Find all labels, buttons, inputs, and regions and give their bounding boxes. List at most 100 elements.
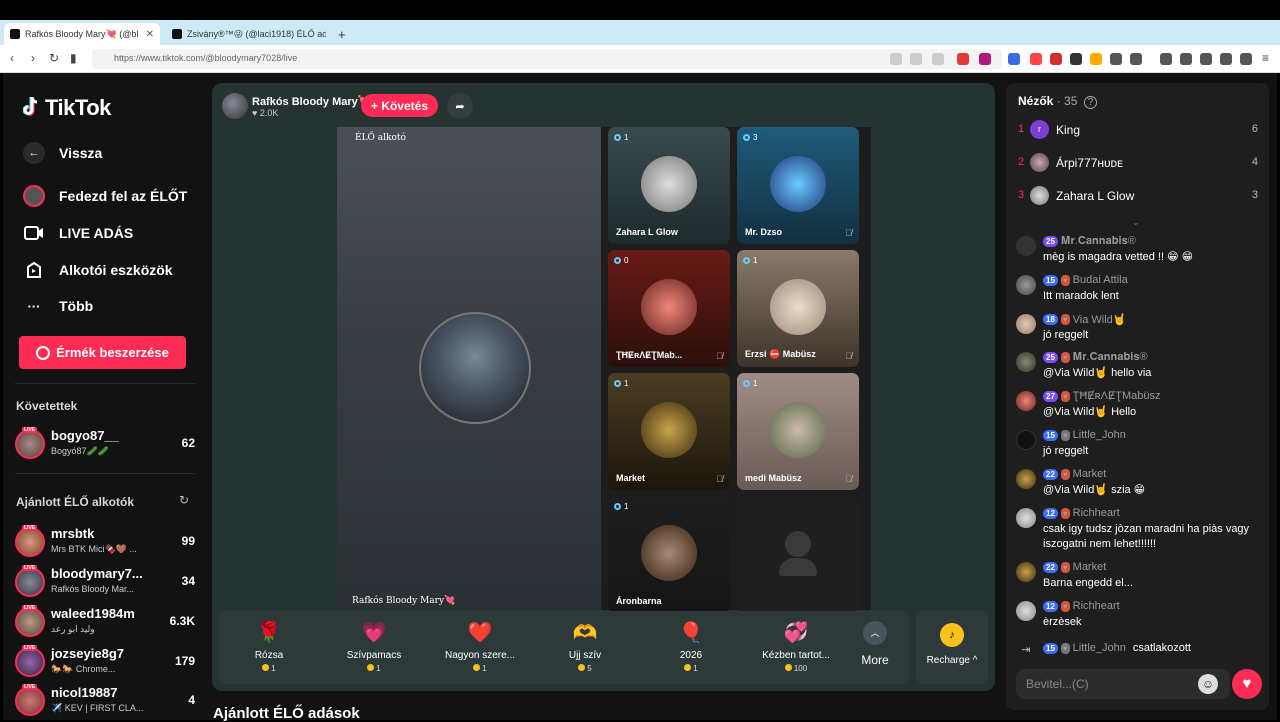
expand-chevron-icon[interactable]: ⌄ bbox=[1132, 217, 1140, 228]
avatar bbox=[15, 429, 45, 459]
translate-icon[interactable] bbox=[890, 53, 902, 65]
share-page-icon[interactable] bbox=[932, 53, 944, 65]
brave-shield-icon[interactable] bbox=[957, 53, 969, 65]
viewer-count: 62 bbox=[181, 436, 195, 450]
chat-message: 22 ♥ Market @Via Wild🤘 szia 😁 bbox=[1016, 468, 1261, 500]
menu-icon[interactable]: ≡ bbox=[1262, 51, 1269, 65]
chat-text: jó reggelt bbox=[1043, 445, 1089, 457]
gift-item[interactable]: 💗 Szívpamacs 1 bbox=[324, 611, 424, 684]
vpn-icon[interactable] bbox=[1240, 53, 1252, 65]
extension-icon[interactable] bbox=[1050, 53, 1062, 65]
like-heart-icon[interactable]: ♥ bbox=[1232, 669, 1262, 699]
info-icon[interactable]: ? bbox=[1083, 96, 1098, 109]
guest-score: 0 bbox=[614, 256, 628, 265]
tiktok-logo[interactable]: TikTok bbox=[22, 95, 111, 121]
chat-message: 12 ♥ Richheart èrzèsek bbox=[1016, 600, 1261, 632]
extension-icon[interactable] bbox=[1030, 53, 1042, 65]
guest-tile[interactable]: 1 Zahara L Glow bbox=[608, 127, 730, 244]
music-icon[interactable] bbox=[1160, 53, 1172, 65]
new-tab-button[interactable]: + bbox=[332, 23, 352, 45]
more-dots-icon: ··· bbox=[27, 298, 41, 314]
recommended-item[interactable]: LIVE bloodymary7... Rafkós Bloody Mar...… bbox=[15, 565, 195, 601]
emoji-icon[interactable]: ☺ bbox=[1198, 674, 1218, 694]
guest-tile[interactable]: 1 Erzsi ⛔ Mabüsz 🎙̸ bbox=[737, 250, 859, 367]
level-badge: 15 bbox=[1043, 642, 1058, 654]
reload-icon[interactable]: ↻ bbox=[49, 51, 59, 65]
recommended-item[interactable]: LIVE waleed1984m وليد ابو رعد 6.3K bbox=[15, 605, 195, 641]
refresh-icon[interactable]: ↻ bbox=[179, 493, 189, 507]
avatar bbox=[1016, 562, 1036, 582]
gift-item[interactable]: ❤️ Nagyon szere... 1 bbox=[430, 611, 530, 684]
viewer-count: 6.3K bbox=[169, 614, 195, 628]
guest-tile[interactable]: 1 Market 🎙̸ bbox=[608, 373, 730, 490]
back-link[interactable]: ← Vissza bbox=[23, 142, 102, 164]
viewer-rank-item[interactable]: 2 Árpi777ʜᴜᴅᴇ 4 bbox=[1018, 153, 1258, 173]
browser-tab-active[interactable]: Rafkós Bloody Mary💘 (@bl ✕ bbox=[4, 23, 160, 45]
gift-item[interactable]: 🫶 Ujj szív 5 bbox=[535, 611, 635, 684]
zoom-icon[interactable] bbox=[910, 53, 922, 65]
viewer-count: 99 bbox=[181, 534, 195, 548]
get-coins-button[interactable]: Érmék beszerzése bbox=[19, 336, 186, 369]
host-avatar[interactable] bbox=[222, 93, 248, 119]
nav-explore-live[interactable]: Fedezd fel az ÉLŐT bbox=[23, 185, 187, 207]
recommended-item[interactable]: LIVE jozseyie8g7 🐎🐎 Chrome... 179 bbox=[15, 645, 195, 681]
chat-text: csak igy tudsz jòzan maradni ha piàs vag… bbox=[1043, 523, 1250, 550]
viewer-rank-item[interactable]: 1 r King 6 bbox=[1018, 120, 1258, 140]
creator-name: nicol19887 bbox=[51, 685, 118, 700]
empty-guest-slot[interactable] bbox=[737, 496, 859, 613]
guest-tile[interactable]: 1 Áronbarna bbox=[608, 496, 730, 613]
recommended-item[interactable]: LIVE mrsbtk Mrs BTK Mici🍫🤎 ... 99 bbox=[15, 525, 195, 561]
recharge-button[interactable]: ♪ Recharge ^ bbox=[916, 611, 988, 684]
rank-number: 1 bbox=[1018, 123, 1025, 135]
chat-user: 25 𝐌𝐫.𝐂𝐚𝐧𝐧𝐚𝐛𝐢𝐬® bbox=[1043, 235, 1136, 248]
main-video[interactable]: ÉLŐ alkotó Rafkós Bloody Mary💘 bbox=[337, 127, 601, 610]
nav-more[interactable]: ··· Több bbox=[23, 295, 94, 317]
back-arrow-icon[interactable]: ‹ bbox=[10, 51, 14, 65]
viewer-rank-item[interactable]: 3 Zahara L Glow 3 bbox=[1018, 186, 1258, 206]
chat-user: 27 ♥ ƮĦɆʀɅɆƮMabüsz bbox=[1043, 390, 1161, 402]
avatar bbox=[1016, 601, 1036, 621]
close-tab-icon[interactable]: ✕ bbox=[146, 29, 154, 40]
share-icon[interactable]: ➦ bbox=[447, 93, 473, 119]
follow-button[interactable]: + Követés bbox=[361, 94, 438, 117]
host-name: Rafkós Bloody Mary💘 bbox=[252, 95, 372, 108]
following-item[interactable]: LIVE bogyo87__ Bogyó87🥒🥒 62 bbox=[15, 427, 195, 463]
gift-item[interactable]: 💞 Kézben tartot... 100 bbox=[746, 611, 846, 684]
guest-tile[interactable]: 1 medi Mabüsz 🎙̸ bbox=[737, 373, 859, 490]
chat-username: Market bbox=[1072, 468, 1107, 480]
chat-username: Richheart bbox=[1072, 600, 1120, 612]
extension-icon[interactable] bbox=[1070, 53, 1082, 65]
more-label: More bbox=[861, 653, 889, 667]
extension-icon[interactable] bbox=[1110, 53, 1122, 65]
tiktok-favicon-icon bbox=[172, 29, 182, 39]
chat-user: 18 ♥ Via Wild🤘 bbox=[1043, 313, 1127, 326]
gift-item[interactable]: 🌹 Rózsa 1 bbox=[219, 611, 319, 684]
nav-creator-tools[interactable]: Alkotói eszközök bbox=[23, 259, 173, 281]
chat-username: Little_John bbox=[1072, 429, 1126, 441]
guest-tile[interactable]: 3 Mr. Dzso 🎙̸ bbox=[737, 127, 859, 244]
person-placeholder-icon bbox=[785, 531, 811, 557]
url-input[interactable]: https://www.tiktok.com/@bloodymary7028/l… bbox=[92, 49, 1002, 69]
sidebar-icon[interactable] bbox=[1180, 53, 1192, 65]
gift-item[interactable]: 🎈 2026 1 bbox=[641, 611, 741, 684]
recommended-item[interactable]: LIVE nicol19887 ✈️ KEV | FIRST CLA... 4 bbox=[15, 684, 195, 720]
nav-live[interactable]: LIVE ADÁS bbox=[23, 222, 133, 244]
chat-text: Barna engedd el... bbox=[1043, 577, 1133, 589]
forward-arrow-icon[interactable]: › bbox=[31, 51, 35, 65]
wallet-icon[interactable] bbox=[1200, 53, 1212, 65]
gift-name: 2026 bbox=[679, 650, 703, 661]
tab-title: Zsivány®™😜 (@laci1918) ÉLŐ adás bbox=[187, 28, 326, 39]
coin-icon bbox=[262, 664, 270, 671]
guest-tile[interactable]: 0 ƮĦɆʀɅɆƮMab... 🎙̸ bbox=[608, 250, 730, 367]
chat-user: 25 ♥ 𝐌𝐫.𝐂𝐚𝐧𝐧𝐚𝐛𝐢𝐬® bbox=[1043, 351, 1148, 364]
bookmark-icon[interactable]: ▮ bbox=[70, 51, 77, 65]
join-text: csatlakozott bbox=[1132, 642, 1191, 654]
extension-icon[interactable] bbox=[1090, 53, 1102, 65]
extension-icon[interactable] bbox=[1008, 53, 1020, 65]
host-info[interactable]: Rafkós Bloody Mary💘 ♥ 2.0K bbox=[222, 93, 371, 119]
extension-icon[interactable] bbox=[1130, 53, 1142, 65]
browser-tab[interactable]: Zsivány®™😜 (@laci1918) ÉLŐ adás bbox=[166, 23, 326, 45]
leo-icon[interactable] bbox=[1220, 53, 1232, 65]
more-gifts-button[interactable]: ︿ More bbox=[855, 621, 895, 667]
rewards-icon[interactable] bbox=[979, 53, 991, 65]
